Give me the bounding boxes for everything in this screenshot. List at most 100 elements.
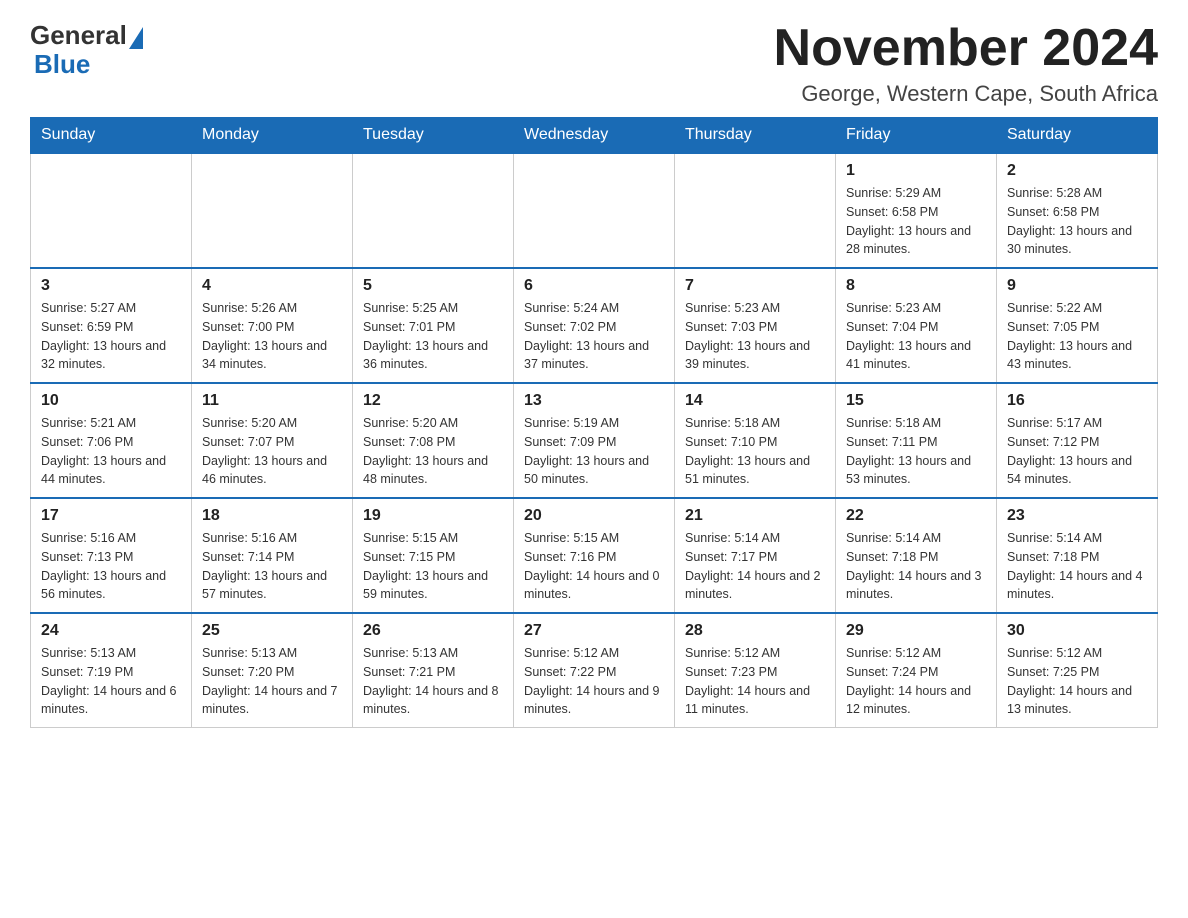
day-info: Sunrise: 5:15 AM Sunset: 7:16 PM Dayligh… bbox=[524, 529, 664, 604]
day-info: Sunrise: 5:14 AM Sunset: 7:18 PM Dayligh… bbox=[846, 529, 986, 604]
day-number: 15 bbox=[846, 392, 986, 410]
day-number: 17 bbox=[41, 507, 181, 525]
calendar-cell bbox=[31, 153, 192, 268]
title-block: November 2024 George, Western Cape, Sout… bbox=[774, 20, 1158, 107]
day-info: Sunrise: 5:13 AM Sunset: 7:21 PM Dayligh… bbox=[363, 644, 503, 719]
day-number: 27 bbox=[524, 622, 664, 640]
calendar-cell: 19 Sunrise: 5:15 AM Sunset: 7:15 PM Dayli… bbox=[353, 498, 514, 613]
calendar-cell: 15Sunrise: 5:18 AM Sunset: 7:11 PM Dayli… bbox=[836, 383, 997, 498]
day-number: 1 bbox=[846, 162, 986, 180]
day-number: 20 bbox=[524, 507, 664, 525]
day-info: Sunrise: 5:12 AM Sunset: 7:24 PM Dayligh… bbox=[846, 644, 986, 719]
logo-blue-text: Blue bbox=[34, 49, 90, 80]
day-info: Sunrise: 5:23 AM Sunset: 7:03 PM Dayligh… bbox=[685, 299, 825, 374]
day-number: 4 bbox=[202, 277, 342, 295]
day-info: Sunrise: 5:17 AM Sunset: 7:12 PM Dayligh… bbox=[1007, 414, 1147, 489]
day-number: 8 bbox=[846, 277, 986, 295]
day-number: 9 bbox=[1007, 277, 1147, 295]
calendar-header-wednesday: Wednesday bbox=[514, 118, 675, 154]
day-info: Sunrise: 5:12 AM Sunset: 7:25 PM Dayligh… bbox=[1007, 644, 1147, 719]
calendar-cell: 1Sunrise: 5:29 AM Sunset: 6:58 PM Daylig… bbox=[836, 153, 997, 268]
calendar-cell: 8 Sunrise: 5:23 AM Sunset: 7:04 PM Daylig… bbox=[836, 268, 997, 383]
calendar-cell: 10 Sunrise: 5:21 AM Sunset: 7:06 PM Dayli… bbox=[31, 383, 192, 498]
day-info: Sunrise: 5:25 AM Sunset: 7:01 PM Dayligh… bbox=[363, 299, 503, 374]
logo: General Blue bbox=[30, 20, 143, 80]
day-number: 14 bbox=[685, 392, 825, 410]
logo-general-text: General bbox=[30, 20, 127, 51]
day-info: Sunrise: 5:28 AM Sunset: 6:58 PM Dayligh… bbox=[1007, 184, 1147, 259]
calendar-cell: 4 Sunrise: 5:26 AM Sunset: 7:00 PM Daylig… bbox=[192, 268, 353, 383]
day-info: Sunrise: 5:16 AM Sunset: 7:14 PM Dayligh… bbox=[202, 529, 342, 604]
calendar-cell: 17Sunrise: 5:16 AM Sunset: 7:13 PM Dayli… bbox=[31, 498, 192, 613]
day-number: 28 bbox=[685, 622, 825, 640]
day-info: Sunrise: 5:26 AM Sunset: 7:00 PM Dayligh… bbox=[202, 299, 342, 374]
day-info: Sunrise: 5:23 AM Sunset: 7:04 PM Dayligh… bbox=[846, 299, 986, 374]
day-info: Sunrise: 5:13 AM Sunset: 7:19 PM Dayligh… bbox=[41, 644, 181, 719]
day-info: Sunrise: 5:20 AM Sunset: 7:08 PM Dayligh… bbox=[363, 414, 503, 489]
calendar-cell bbox=[514, 153, 675, 268]
day-number: 6 bbox=[524, 277, 664, 295]
day-number: 21 bbox=[685, 507, 825, 525]
day-info: Sunrise: 5:12 AM Sunset: 7:23 PM Dayligh… bbox=[685, 644, 825, 719]
day-number: 2 bbox=[1007, 162, 1147, 180]
day-info: Sunrise: 5:27 AM Sunset: 6:59 PM Dayligh… bbox=[41, 299, 181, 374]
calendar-header-tuesday: Tuesday bbox=[353, 118, 514, 154]
day-number: 22 bbox=[846, 507, 986, 525]
day-info: Sunrise: 5:20 AM Sunset: 7:07 PM Dayligh… bbox=[202, 414, 342, 489]
day-number: 24 bbox=[41, 622, 181, 640]
calendar-cell bbox=[353, 153, 514, 268]
day-number: 25 bbox=[202, 622, 342, 640]
calendar-cell: 16 Sunrise: 5:17 AM Sunset: 7:12 PM Dayli… bbox=[997, 383, 1158, 498]
day-number: 10 bbox=[41, 392, 181, 410]
day-number: 12 bbox=[363, 392, 503, 410]
day-number: 3 bbox=[41, 277, 181, 295]
calendar-cell: 24 Sunrise: 5:13 AM Sunset: 7:19 PM Dayli… bbox=[31, 613, 192, 728]
calendar-cell: 25 Sunrise: 5:13 AM Sunset: 7:20 PM Dayli… bbox=[192, 613, 353, 728]
day-info: Sunrise: 5:18 AM Sunset: 7:10 PM Dayligh… bbox=[685, 414, 825, 489]
calendar-cell: 21 Sunrise: 5:14 AM Sunset: 7:17 PM Dayli… bbox=[675, 498, 836, 613]
day-number: 18 bbox=[202, 507, 342, 525]
day-number: 11 bbox=[202, 392, 342, 410]
calendar-cell: 22 Sunrise: 5:14 AM Sunset: 7:18 PM Dayli… bbox=[836, 498, 997, 613]
calendar-cell: 26 Sunrise: 5:13 AM Sunset: 7:21 PM Dayli… bbox=[353, 613, 514, 728]
day-number: 16 bbox=[1007, 392, 1147, 410]
day-number: 7 bbox=[685, 277, 825, 295]
calendar-cell: 14 Sunrise: 5:18 AM Sunset: 7:10 PM Dayli… bbox=[675, 383, 836, 498]
day-info: Sunrise: 5:19 AM Sunset: 7:09 PM Dayligh… bbox=[524, 414, 664, 489]
calendar-cell: 11 Sunrise: 5:20 AM Sunset: 7:07 PM Dayli… bbox=[192, 383, 353, 498]
calendar-header-saturday: Saturday bbox=[997, 118, 1158, 154]
calendar-cell: 9Sunrise: 5:22 AM Sunset: 7:05 PM Daylig… bbox=[997, 268, 1158, 383]
calendar-header-friday: Friday bbox=[836, 118, 997, 154]
calendar-cell: 23 Sunrise: 5:14 AM Sunset: 7:18 PM Dayli… bbox=[997, 498, 1158, 613]
calendar-cell: 12 Sunrise: 5:20 AM Sunset: 7:08 PM Dayli… bbox=[353, 383, 514, 498]
day-number: 23 bbox=[1007, 507, 1147, 525]
calendar-header-thursday: Thursday bbox=[675, 118, 836, 154]
day-number: 5 bbox=[363, 277, 503, 295]
calendar-cell bbox=[192, 153, 353, 268]
day-info: Sunrise: 5:15 AM Sunset: 7:15 PM Dayligh… bbox=[363, 529, 503, 604]
week-row-3: 10 Sunrise: 5:21 AM Sunset: 7:06 PM Dayli… bbox=[31, 383, 1158, 498]
day-number: 30 bbox=[1007, 622, 1147, 640]
week-row-4: 17Sunrise: 5:16 AM Sunset: 7:13 PM Dayli… bbox=[31, 498, 1158, 613]
calendar-table: SundayMondayTuesdayWednesdayThursdayFrid… bbox=[30, 117, 1158, 728]
day-info: Sunrise: 5:14 AM Sunset: 7:18 PM Dayligh… bbox=[1007, 529, 1147, 604]
week-row-1: 1Sunrise: 5:29 AM Sunset: 6:58 PM Daylig… bbox=[31, 153, 1158, 268]
day-info: Sunrise: 5:13 AM Sunset: 7:20 PM Dayligh… bbox=[202, 644, 342, 719]
logo-triangle-icon bbox=[129, 27, 143, 49]
calendar-cell: 7 Sunrise: 5:23 AM Sunset: 7:03 PM Daylig… bbox=[675, 268, 836, 383]
day-info: Sunrise: 5:12 AM Sunset: 7:22 PM Dayligh… bbox=[524, 644, 664, 719]
day-info: Sunrise: 5:14 AM Sunset: 7:17 PM Dayligh… bbox=[685, 529, 825, 604]
calendar-header-monday: Monday bbox=[192, 118, 353, 154]
day-number: 13 bbox=[524, 392, 664, 410]
calendar-cell bbox=[675, 153, 836, 268]
day-info: Sunrise: 5:24 AM Sunset: 7:02 PM Dayligh… bbox=[524, 299, 664, 374]
calendar-cell: 2 Sunrise: 5:28 AM Sunset: 6:58 PM Daylig… bbox=[997, 153, 1158, 268]
day-number: 26 bbox=[363, 622, 503, 640]
calendar-cell: 6 Sunrise: 5:24 AM Sunset: 7:02 PM Daylig… bbox=[514, 268, 675, 383]
calendar-cell: 28 Sunrise: 5:12 AM Sunset: 7:23 PM Dayli… bbox=[675, 613, 836, 728]
location-text: George, Western Cape, South Africa bbox=[774, 81, 1158, 107]
month-title: November 2024 bbox=[774, 20, 1158, 77]
calendar-cell: 3 Sunrise: 5:27 AM Sunset: 6:59 PM Daylig… bbox=[31, 268, 192, 383]
day-info: Sunrise: 5:21 AM Sunset: 7:06 PM Dayligh… bbox=[41, 414, 181, 489]
day-number: 19 bbox=[363, 507, 503, 525]
